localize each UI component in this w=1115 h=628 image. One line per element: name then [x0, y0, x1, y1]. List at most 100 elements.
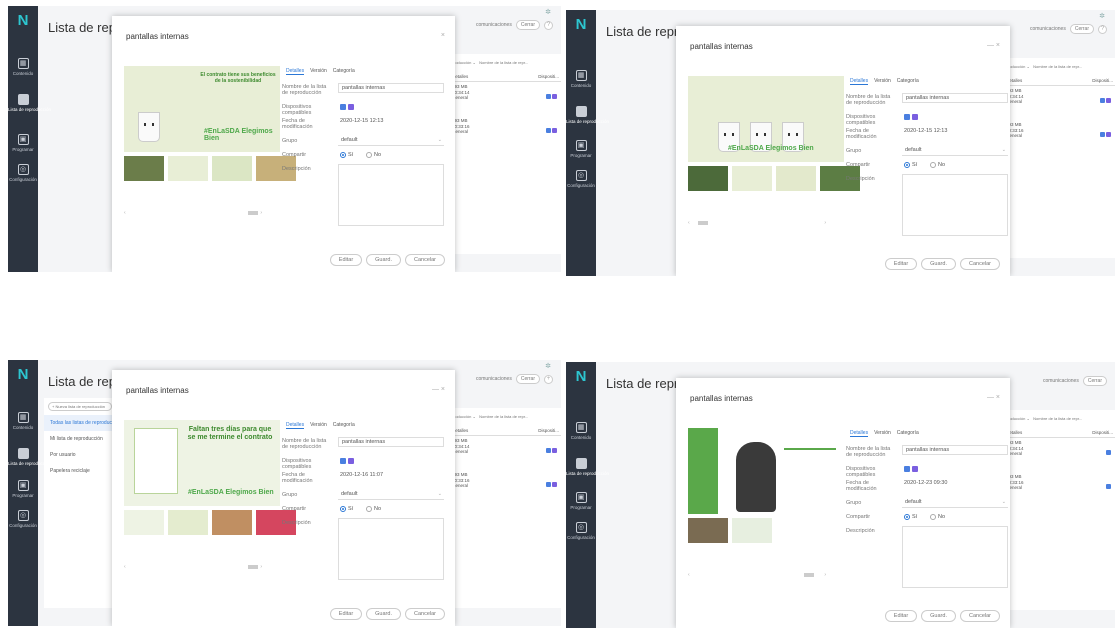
thumbnail[interactable]: [124, 510, 164, 535]
tab-categoria[interactable]: Categoría: [897, 78, 919, 85]
notifications-link[interactable]: comunicaciones: [1043, 378, 1079, 384]
tab-detalles[interactable]: Detalles: [286, 68, 305, 75]
filter-dropdown[interactable]: ...oducción ⌄ Nombre de la lista de repr…: [452, 414, 528, 419]
group-select[interactable]: default ⌄: [902, 146, 1008, 156]
sidebar-item-contenido[interactable]: ▦ Contenido: [8, 58, 38, 76]
horizontal-scrollbar[interactable]: ‹ ›: [688, 220, 838, 226]
playlist-name-field[interactable]: pantallas internas: [902, 445, 1008, 455]
cancel-button[interactable]: Cancelar: [959, 610, 1000, 622]
share-yes-radio[interactable]: Sí: [340, 152, 353, 158]
horizontal-scrollbar[interactable]: ‹ ›: [124, 564, 274, 570]
category-all[interactable]: Todas las listas de reproducción: [44, 415, 121, 431]
dialog-window-controls[interactable]: — ×: [432, 386, 445, 393]
share-no-radio[interactable]: No: [366, 506, 381, 512]
thumbnail[interactable]: [776, 166, 816, 191]
close-session-button[interactable]: Cerrar: [1082, 376, 1107, 386]
thumbnail[interactable]: [168, 510, 208, 535]
close-session-button[interactable]: Cerrar: [515, 374, 540, 384]
filter-dropdown[interactable]: ...oducción ⌄ Nombre de la lista de repr…: [1006, 64, 1082, 69]
app-logo[interactable]: N: [572, 17, 590, 32]
sidebar-item-contenido[interactable]: ▦ Contenido: [8, 412, 38, 430]
edit-button[interactable]: Editar: [329, 254, 363, 266]
close-session-button[interactable]: Cerrar: [515, 20, 540, 30]
thumbnail[interactable]: [688, 166, 728, 191]
sidebar-item-programar[interactable]: ▣ Programar: [566, 140, 596, 158]
sidebar-item-lista-de-reproduccion[interactable]: ▤ Lista de reproducción: [8, 94, 51, 112]
tab-categoria[interactable]: Categoría: [897, 430, 919, 437]
thumbnail[interactable]: [732, 518, 772, 543]
sidebar-item-configuracion[interactable]: ◎ Configuración: [8, 510, 38, 528]
tab-version[interactable]: Versión: [310, 422, 327, 429]
share-no-radio[interactable]: No: [366, 152, 381, 158]
add-icon[interactable]: +: [544, 374, 553, 384]
notifications-link[interactable]: comunicaciones: [1030, 26, 1066, 32]
share-yes-radio[interactable]: Sí: [904, 162, 917, 168]
sidebar-item-lista-de-reproduccion[interactable]: ▤ Lista de reproducción: [566, 106, 609, 124]
save-button[interactable]: Guard.: [366, 254, 401, 266]
cancel-button[interactable]: Cancelar: [404, 254, 445, 266]
close-session-button[interactable]: Cerrar: [1069, 24, 1094, 34]
tab-version[interactable]: Versión: [310, 68, 327, 75]
description-field[interactable]: [902, 174, 1008, 236]
share-no-radio[interactable]: No: [930, 162, 945, 168]
share-no-radio[interactable]: No: [930, 514, 945, 520]
filter-dropdown[interactable]: ...oducción ⌄ Nombre de la lista de repr…: [452, 60, 528, 65]
edit-button[interactable]: Editar: [884, 610, 918, 622]
thumbnail[interactable]: [732, 166, 772, 191]
thumbnail[interactable]: [124, 156, 164, 181]
description-field[interactable]: [338, 164, 444, 226]
share-yes-radio[interactable]: Sí: [340, 506, 353, 512]
group-select[interactable]: default ⌄: [902, 498, 1008, 508]
notifications-link[interactable]: comunicaciones: [476, 376, 512, 382]
help-icon[interactable]: ?: [544, 20, 553, 30]
new-playlist-button[interactable]: + Nueva lista de reproducción: [48, 402, 112, 411]
save-button[interactable]: Guard.: [921, 610, 956, 622]
save-button[interactable]: Guard.: [366, 608, 401, 620]
tab-version[interactable]: Versión: [874, 430, 891, 437]
group-select[interactable]: default ⌄: [338, 490, 444, 500]
cancel-button[interactable]: Cancelar: [404, 608, 445, 620]
thumbnail[interactable]: [168, 156, 208, 181]
edit-button[interactable]: Editar: [329, 608, 363, 620]
save-button[interactable]: Guard.: [921, 258, 956, 270]
category-mine[interactable]: Mi lista de reproducción: [44, 431, 116, 447]
sidebar-item-programar[interactable]: ▣ Programar: [566, 492, 596, 510]
description-field[interactable]: [902, 526, 1008, 588]
thumbnail[interactable]: [212, 156, 252, 181]
notifications-link[interactable]: comunicaciones: [476, 22, 512, 28]
category-by-user[interactable]: Por usuario: [44, 447, 116, 463]
sidebar-item-configuracion[interactable]: ◎ Configuración: [566, 170, 596, 188]
tab-detalles[interactable]: Detalles: [850, 430, 869, 437]
filter-dropdown[interactable]: ...oducción ⌄ Nombre de la lista de repr…: [1006, 416, 1082, 421]
tab-version[interactable]: Versión: [874, 78, 891, 85]
sidebar-item-contenido[interactable]: ▦ Contenido: [566, 422, 596, 440]
horizontal-scrollbar[interactable]: ‹ ›: [688, 572, 838, 578]
playlist-name-field[interactable]: pantallas internas: [338, 437, 444, 447]
playlist-name-field[interactable]: pantallas internas: [902, 93, 1008, 103]
horizontal-scrollbar[interactable]: ‹ ›: [124, 210, 274, 216]
dialog-window-controls[interactable]: — ×: [987, 42, 1000, 49]
sidebar-item-configuracion[interactable]: ◎ Configuración: [8, 164, 38, 182]
tab-categoria[interactable]: Categoría: [333, 68, 355, 75]
tab-detalles[interactable]: Detalles: [850, 78, 869, 85]
help-icon[interactable]: ?: [1098, 24, 1107, 34]
category-trash[interactable]: Papelera reciclaje: [44, 463, 116, 479]
cancel-button[interactable]: Cancelar: [959, 258, 1000, 270]
sidebar-item-lista-de-reproduccion[interactable]: ▤ Lista de reproducción: [566, 458, 609, 476]
tab-categoria[interactable]: Categoría: [333, 422, 355, 429]
edit-button[interactable]: Editar: [884, 258, 918, 270]
sidebar-item-contenido[interactable]: ▦ Contenido: [566, 70, 596, 88]
sidebar-item-lista-de-reproduccion[interactable]: ▤ Lista de reproducción: [8, 448, 51, 466]
app-logo[interactable]: N: [14, 13, 32, 28]
sidebar-item-programar[interactable]: ▣ Programar: [8, 134, 38, 152]
thumbnail[interactable]: [688, 518, 728, 543]
app-logo[interactable]: N: [572, 369, 590, 384]
app-logo[interactable]: N: [14, 367, 32, 382]
thumbnail[interactable]: [212, 510, 252, 535]
share-yes-radio[interactable]: Sí: [904, 514, 917, 520]
description-field[interactable]: [338, 518, 444, 580]
sidebar-item-programar[interactable]: ▣ Programar: [8, 480, 38, 498]
group-select[interactable]: default ⌄: [338, 136, 444, 146]
tab-detalles[interactable]: Detalles: [286, 422, 305, 429]
sidebar-item-configuracion[interactable]: ◎ Configuración: [566, 522, 596, 540]
